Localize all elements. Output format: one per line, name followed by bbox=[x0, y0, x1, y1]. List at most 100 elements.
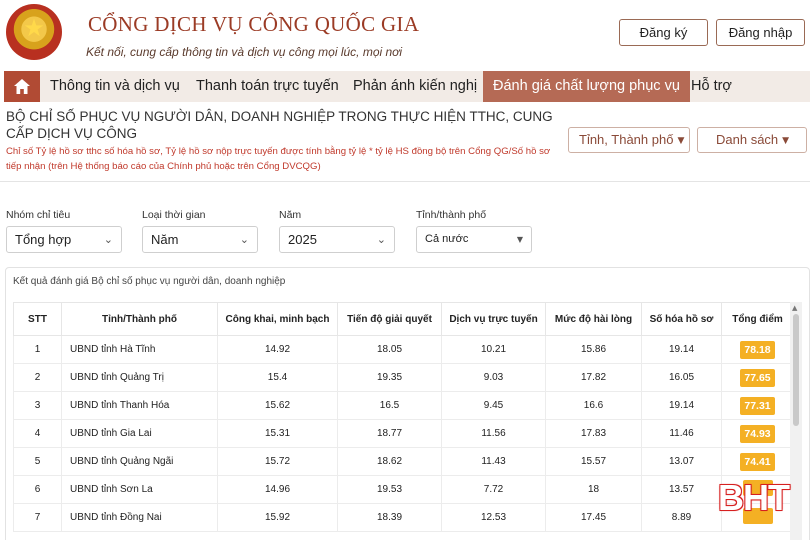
province-dropdown-button[interactable]: Tỉnh, Thành phố ▼ bbox=[568, 127, 690, 153]
nav-item-online-payment[interactable]: Thanh toán trực tuyến bbox=[196, 71, 339, 102]
total-score-badge: 78.18 bbox=[740, 340, 775, 359]
cell-digitization: 19.14 bbox=[641, 335, 722, 364]
period-filter-label: Loại thời gian bbox=[142, 209, 206, 221]
total-score-badge: 77.31 bbox=[740, 396, 775, 415]
register-button[interactable]: Đăng ký bbox=[619, 19, 708, 46]
cell-progress: 19.35 bbox=[337, 363, 442, 392]
caret-down-icon: ▼ bbox=[782, 136, 790, 146]
province-filter-label: Tỉnh/thành phố bbox=[416, 209, 487, 221]
cell-transparency: 14.96 bbox=[217, 475, 338, 504]
cell-total: 78.18 bbox=[721, 335, 794, 364]
cell-satisfaction: 15.57 bbox=[545, 447, 642, 476]
cell-progress: 18.39 bbox=[337, 503, 442, 532]
cell-province: UBND tỉnh Gia Lai bbox=[61, 419, 218, 448]
col-header-total[interactable]: Tổng điểm bbox=[721, 302, 794, 336]
nav-item-info-services[interactable]: Thông tin và dịch vụ bbox=[50, 71, 180, 102]
section-title: BỘ CHỈ SỐ PHỤC VỤ NGƯỜI DÂN, DOANH NGHIỆ… bbox=[6, 109, 553, 141]
cell-province: UBND tỉnh Quảng Trị bbox=[61, 363, 218, 392]
cell-province: UBND tỉnh Hà Tĩnh bbox=[61, 335, 218, 364]
period-filter-select[interactable]: Năm ⌄ bbox=[142, 226, 258, 253]
table-row[interactable]: 7 UBND tỉnh Đồng Nai 15.92 18.39 12.53 1… bbox=[13, 503, 794, 532]
col-header-progress[interactable]: Tiến độ giải quyết bbox=[337, 302, 442, 336]
cell-online-service: 12.53 bbox=[441, 503, 546, 532]
section-note: Chỉ số Tỷ lệ hồ sơ tthc số hóa hồ sơ, Tỷ… bbox=[6, 146, 551, 172]
scrollbar-thumb[interactable] bbox=[793, 314, 799, 426]
group-filter-select[interactable]: Tổng hợp ⌄ bbox=[6, 226, 122, 253]
login-button[interactable]: Đăng nhập bbox=[716, 19, 805, 46]
cell-progress: 16.5 bbox=[337, 391, 442, 420]
list-dropdown-button[interactable]: Danh sách ▼ bbox=[697, 127, 807, 153]
table-row[interactable]: 6 UBND tỉnh Sơn La 14.96 19.53 7.72 18 1… bbox=[13, 475, 794, 504]
table-row[interactable]: 2 UBND tỉnh Quảng Trị 15.4 19.35 9.03 17… bbox=[13, 363, 794, 392]
nav-item-feedback[interactable]: Phản ánh kiến nghị bbox=[353, 71, 477, 102]
table-header-row: STT Tỉnh/Thành phố Công khai, minh bạch … bbox=[13, 302, 794, 336]
cell-progress: 18.77 bbox=[337, 419, 442, 448]
list-button-label: Danh sách bbox=[716, 132, 779, 147]
results-panel: Kết quả đánh giá Bộ chỉ số phục vụ người… bbox=[5, 267, 810, 540]
table-row[interactable]: 1 UBND tỉnh Hà Tĩnh 14.92 18.05 10.21 15… bbox=[13, 335, 794, 364]
cell-total: 77.31 bbox=[721, 391, 794, 420]
col-header-satisfaction[interactable]: Mức độ hài lòng bbox=[545, 302, 642, 336]
table-row[interactable]: 4 UBND tỉnh Gia Lai 15.31 18.77 11.56 17… bbox=[13, 419, 794, 448]
cell-total: 77.65 bbox=[721, 363, 794, 392]
cell-progress: 19.53 bbox=[337, 475, 442, 504]
cell-online-service: 11.43 bbox=[441, 447, 546, 476]
chevron-down-icon: ⌄ bbox=[103, 233, 113, 246]
main-nav: Thông tin và dịch vụ Thanh toán trực tuy… bbox=[4, 71, 810, 102]
cell-digitization: 8.89 bbox=[641, 503, 722, 532]
home-button[interactable] bbox=[4, 71, 40, 102]
caret-down-icon: ▼ bbox=[677, 136, 685, 146]
nav-item-support[interactable]: Hỗ trợ bbox=[691, 71, 732, 102]
table-row[interactable]: 5 UBND tỉnh Quảng Ngãi 15.72 18.62 11.43… bbox=[13, 447, 794, 476]
cell-stt: 3 bbox=[13, 391, 62, 420]
province-filter-select[interactable]: Cả nước ▼ bbox=[416, 226, 532, 253]
cell-stt: 1 bbox=[13, 335, 62, 364]
group-filter-value: Tổng hợp bbox=[15, 232, 72, 247]
cell-online-service: 7.72 bbox=[441, 475, 546, 504]
cell-transparency: 15.4 bbox=[217, 363, 338, 392]
cell-province: UBND tỉnh Đồng Nai bbox=[61, 503, 218, 532]
cell-progress: 18.05 bbox=[337, 335, 442, 364]
group-filter-label: Nhóm chỉ tiêu bbox=[6, 209, 71, 221]
scroll-up-arrow-icon[interactable]: ▲ bbox=[792, 304, 797, 312]
cell-total: 74.93 bbox=[721, 419, 794, 448]
period-filter-value: Năm bbox=[151, 232, 179, 247]
col-header-province[interactable]: Tỉnh/Thành phố bbox=[61, 302, 218, 336]
total-score-badge: 77.65 bbox=[740, 368, 775, 387]
table-row[interactable]: 3 UBND tỉnh Thanh Hóa 15.62 16.5 9.45 16… bbox=[13, 391, 794, 420]
cell-satisfaction: 17.45 bbox=[545, 503, 642, 532]
table-scrollbar[interactable]: ▲ bbox=[790, 302, 802, 540]
site-subtitle: Kết nối, cung cấp thông tin và dịch vụ c… bbox=[86, 45, 403, 59]
col-header-digitization[interactable]: Số hóa hồ sơ bbox=[641, 302, 722, 336]
caret-down-icon: ▼ bbox=[516, 235, 523, 244]
cell-online-service: 9.03 bbox=[441, 363, 546, 392]
cell-transparency: 15.92 bbox=[217, 503, 338, 532]
cell-digitization: 13.07 bbox=[641, 447, 722, 476]
cell-transparency: 15.62 bbox=[217, 391, 338, 420]
cell-satisfaction: 18 bbox=[545, 475, 642, 504]
year-filter-value: 2025 bbox=[288, 232, 317, 247]
cell-province: UBND tỉnh Quảng Ngãi bbox=[61, 447, 218, 476]
nav-item-service-quality[interactable]: Đánh giá chất lượng phục vụ bbox=[483, 71, 690, 102]
site-header: ★ CỔNG DỊCH VỤ CÔNG QUỐC GIA Kết nối, cu… bbox=[0, 0, 810, 70]
total-score-badge: 74.41 bbox=[740, 452, 775, 471]
year-filter-select[interactable]: 2025 ⌄ bbox=[279, 226, 395, 253]
total-score-badge: 74.93 bbox=[740, 424, 775, 443]
national-emblem-logo[interactable]: ★ bbox=[6, 4, 62, 60]
site-title[interactable]: CỔNG DỊCH VỤ CÔNG QUỐC GIA bbox=[88, 12, 419, 37]
cell-progress: 18.62 bbox=[337, 447, 442, 476]
year-filter-label: Năm bbox=[279, 209, 302, 221]
cell-online-service: 11.56 bbox=[441, 419, 546, 448]
cell-satisfaction: 17.82 bbox=[545, 363, 642, 392]
watermark-logo: BHT bbox=[718, 477, 790, 518]
cell-stt: 6 bbox=[13, 475, 62, 504]
cell-transparency: 14.92 bbox=[217, 335, 338, 364]
col-header-online-service[interactable]: Dịch vụ trực tuyến bbox=[441, 302, 546, 336]
col-header-transparency[interactable]: Công khai, minh bạch bbox=[217, 302, 338, 336]
province-filter-value: Cả nước bbox=[425, 233, 469, 245]
cell-online-service: 9.45 bbox=[441, 391, 546, 420]
home-icon bbox=[14, 79, 30, 94]
col-header-stt[interactable]: STT bbox=[13, 302, 62, 336]
cell-total: 74.41 bbox=[721, 447, 794, 476]
cell-digitization: 19.14 bbox=[641, 391, 722, 420]
